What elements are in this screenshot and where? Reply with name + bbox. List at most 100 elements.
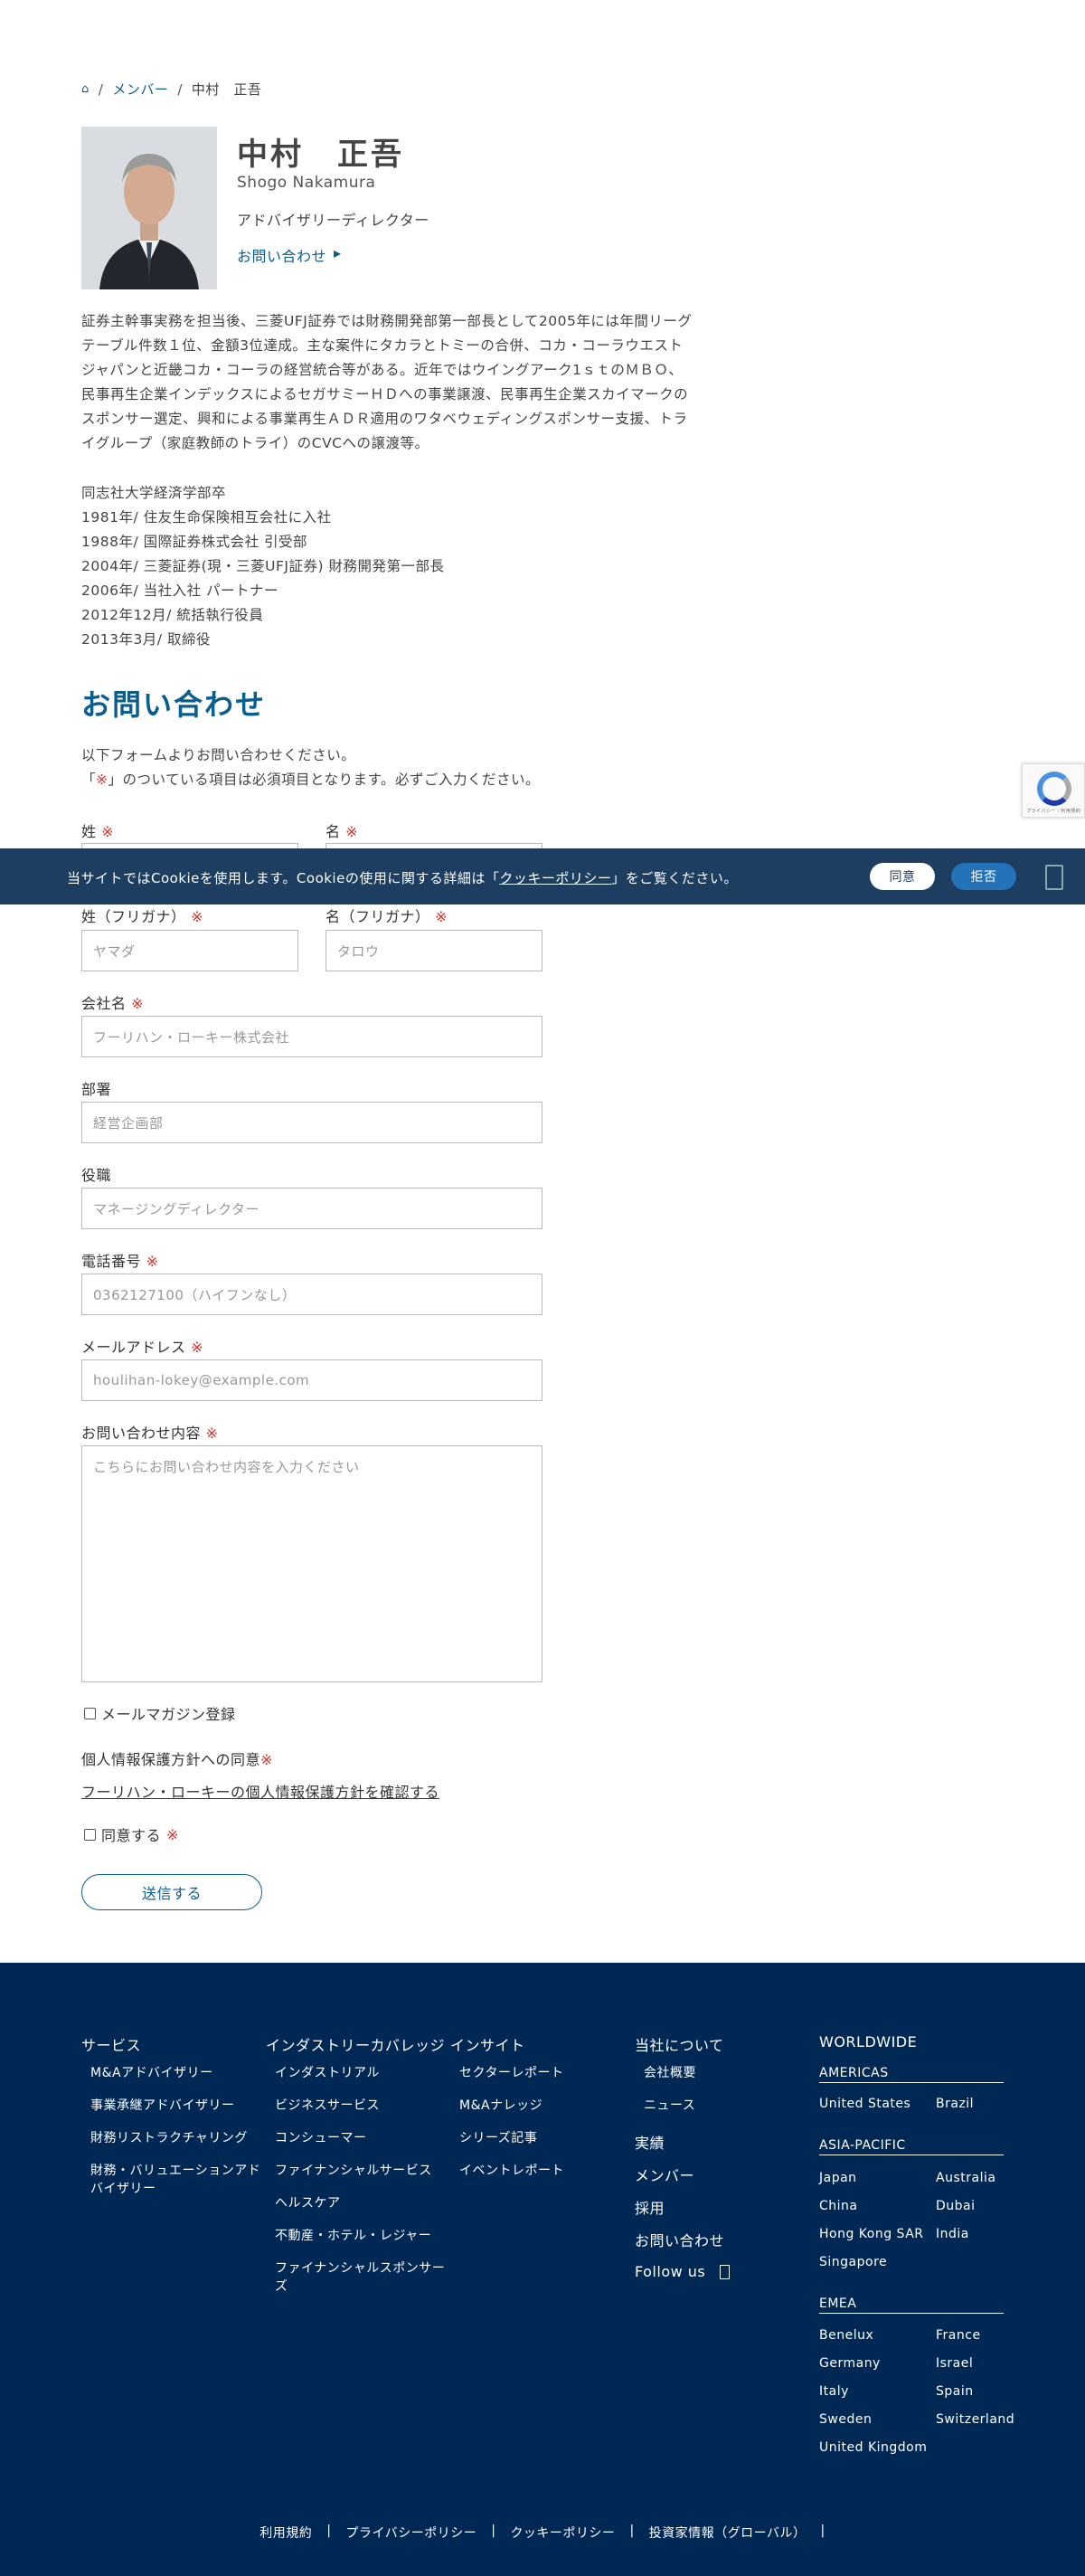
office-link[interactable]: Dubai [936,2197,976,2215]
footer-link[interactable]: ファイナンシャルサービス [275,2162,432,2180]
footer-industry-title[interactable]: インダストリーカバレッジ [266,2033,445,2055]
footer-link[interactable]: 不動産・ホテル・レジャー [275,2227,431,2245]
footer-link[interactable]: ファイナンシャルスポンサー [275,2259,445,2278]
office-link[interactable]: Benelux [819,2326,873,2344]
privacy-link[interactable]: プライバシーポリシー [345,2524,476,2542]
office-link[interactable]: Sweden [819,2410,872,2429]
last-kana-input[interactable]: ヤマダ [81,930,298,971]
footer-follow[interactable]: Follow us [635,2263,731,2280]
office-link[interactable]: United States [819,2095,910,2113]
office-link[interactable]: Israel [936,2354,973,2372]
footer-link[interactable]: イベントレポート [459,2162,564,2180]
career-line: 2006年/ 当社入社 パートナー [81,582,279,599]
region-americas: AMERICAS [819,2066,1004,2083]
company-input[interactable]: フーリハン・ローキー株式会社 [81,1016,542,1057]
company-label: 会社名 ※ [81,995,145,1012]
bio-line: イグループ（家庭教師のトライ）のCVCへの譲渡等。 [81,435,429,451]
footer-link[interactable]: 事業承継アドバイザリー [90,2097,235,2115]
office-link[interactable]: Brazil [936,2095,974,2113]
member-career: 同志社大学経済学部卒 1981年/ 住友生命保険相互会社に入社 1988年/ 国… [81,481,444,652]
last-name-label: 姓 ※ [81,823,115,840]
footer-about-title[interactable]: 当社について [635,2033,724,2055]
office-link[interactable]: Japan [819,2169,857,2187]
linkedin-icon[interactable] [720,2265,731,2279]
footer-link[interactable]: 会社概要 [644,2064,696,2082]
submit-button[interactable]: 送信する [81,1874,262,1910]
footer-link[interactable]: M&Aナレッジ [459,2097,542,2115]
career-line: 同志社大学経済学部卒 [81,485,227,501]
department-input[interactable]: 経営企画部 [81,1102,542,1143]
recaptcha-badge[interactable]: プライバシー・利用規約 [1022,763,1085,818]
form-intro-line: 以下フォームよりお問い合わせください。 [81,747,356,763]
email-input[interactable]: houlihan-lokey@example.com [81,1359,542,1401]
footer-link-results[interactable]: 実績 [635,2131,665,2153]
profile-photo [81,127,217,289]
contact-link-label: お問い合わせ [237,248,327,265]
follow-label: Follow us [635,2263,706,2280]
footer-link-careers[interactable]: 採用 [635,2196,665,2218]
footer-link[interactable]: ヘルスケア [275,2194,341,2212]
member-name: 中村 正吾 [237,137,404,173]
footer-link-contact[interactable]: お問い合わせ [635,2229,724,2250]
office-link[interactable]: Spain [936,2382,974,2401]
phone-label: 電話番号 ※ [81,1253,159,1270]
cookie-agree-button[interactable]: 同意 [870,863,935,890]
footer-link[interactable]: ズ [275,2278,288,2296]
office-link[interactable]: France [936,2326,981,2344]
cookie-link[interactable]: クッキーポリシー [510,2524,615,2542]
position-label: 役職 [81,1167,112,1184]
investor-link[interactable]: 投資家情報（グローバル） [649,2524,807,2542]
breadcrumb-current: 中村 正吾 [191,81,262,98]
phone-input[interactable]: 0362127100（ハイフンなし） [81,1274,542,1315]
breadcrumb-separator: / [177,80,183,98]
separator: | [491,2524,496,2538]
footer-insight-title[interactable]: インサイト [450,2033,525,2055]
cookie-close-icon[interactable] [1045,865,1063,890]
office-link[interactable]: India [936,2225,969,2243]
cookie-decline-button[interactable]: 拒否 [951,863,1016,890]
message-label: お問い合わせ内容 ※ [81,1425,219,1442]
bio-line: 証券主幹事実務を担当後、三菱UFJ証券では財務開発部第一部長として2005年には… [81,313,693,329]
privacy-policy-link[interactable]: フーリハン・ローキーの個人情報保護方針を確認する [81,1780,439,1802]
office-link[interactable]: Australia [936,2169,995,2187]
footer-services-title[interactable]: サービス [81,2033,141,2055]
footer-link[interactable]: ニュース [644,2097,695,2115]
member-role: アドバイザリーディレクター [237,212,429,229]
member-name-en: Shogo Nakamura [237,174,376,192]
footer-link[interactable]: シリーズ記事 [459,2129,537,2147]
footer-link[interactable]: セクターレポート [459,2064,563,2082]
agree-checkbox[interactable] [84,1828,96,1841]
cookie-banner: 当サイトではCookieを使用します。Cookieの使用に関する詳細は「クッキー… [0,848,1085,904]
position-input[interactable]: マネージングディレクター [81,1188,542,1229]
footer-link[interactable]: M&Aアドバイザリー [90,2064,213,2082]
office-link[interactable]: Hong Kong SAR [819,2225,924,2243]
footer-link[interactable]: バイザリー [90,2180,156,2198]
message-textarea[interactable]: こちらにお問い合わせ内容を入力ください [81,1445,542,1682]
first-name-label: 名 ※ [326,823,359,840]
newsletter-label: メールマガジン登録 [101,1706,236,1723]
footer-link[interactable]: インダストリアル [275,2064,380,2082]
footer-link-members[interactable]: メンバー [635,2164,694,2185]
footer-worldwide-title: WORLDWIDE [819,2033,918,2050]
footer-link[interactable]: コンシューマー [275,2129,367,2147]
footer-link[interactable]: ビジネスサービス [275,2097,380,2115]
office-link[interactable]: Switzerland [936,2410,1014,2429]
office-link[interactable]: China [819,2197,858,2215]
first-kana-input[interactable]: タロウ [326,930,542,971]
office-link[interactable]: Singapore [819,2253,887,2271]
agree-row: 同意する ※ [84,1823,179,1845]
office-link[interactable]: Germany [819,2354,881,2372]
cookie-policy-link[interactable]: クッキーポリシー [499,870,611,886]
office-link[interactable]: United Kingdom [819,2439,927,2457]
contact-link[interactable]: お問い合わせ ▸ [237,244,342,266]
home-icon[interactable]: ⌂ [81,82,90,96]
newsletter-checkbox[interactable] [84,1707,96,1719]
footer-link[interactable]: 財務リストラクチャリング [90,2129,248,2147]
terms-link[interactable]: 利用規約 [259,2524,312,2542]
required-mark: ※ [166,1825,179,1843]
footer-link[interactable]: 財務・バリュエーションアド [90,2162,260,2180]
breadcrumb-separator: / [98,80,104,98]
breadcrumb-members-link[interactable]: メンバー [112,80,168,99]
career-line: 2012年12月/ 統括執行役員 [81,607,264,623]
office-link[interactable]: Italy [819,2382,849,2401]
